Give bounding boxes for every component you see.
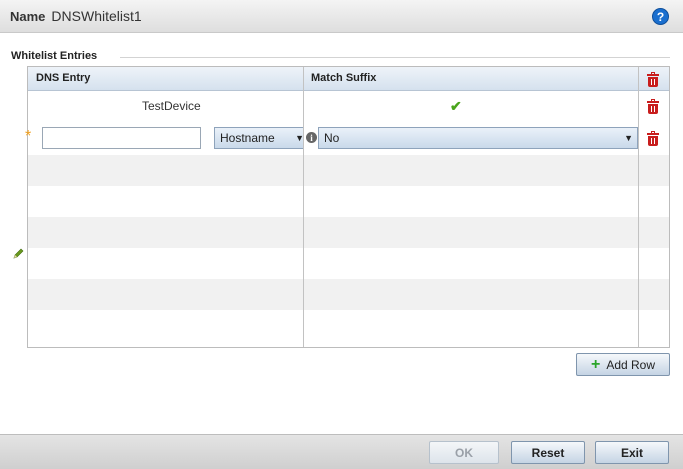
reset-button[interactable]: Reset [511,441,585,464]
footer-bar: OK Reset Exit [0,434,683,469]
chevron-down-icon: ▼ [624,133,633,143]
match-suffix-select[interactable]: No ▼ [318,127,638,149]
empty-row [28,279,669,310]
info-icon[interactable]: i [306,132,317,143]
help-glyph: ? [656,9,665,24]
add-row-label: Add Row [606,357,656,372]
delete-row-icon[interactable] [647,99,659,114]
dns-entry-input[interactable] [42,127,201,149]
empty-row [28,217,669,248]
column-header-dns-entry[interactable]: DNS Entry [36,72,90,84]
help-icon[interactable]: ? [652,8,669,25]
empty-row [28,155,669,186]
empty-row [28,310,669,347]
delete-row-icon[interactable] [647,131,659,146]
name-label: Name [10,8,46,24]
dns-type-select[interactable]: Hostname ▼ [214,127,304,149]
ok-button[interactable]: OK [429,441,499,464]
column-divider [303,67,304,347]
table-row: TestDevice ✔ [28,91,669,122]
add-row-button[interactable]: + Add Row [576,353,670,376]
grid-header: DNS Entry Match Suffix [28,67,669,91]
dns-type-value: Hostname [220,131,275,145]
column-header-match-suffix[interactable]: Match Suffix [311,72,376,84]
dns-entry-cell: TestDevice [142,99,201,113]
required-marker: * [25,128,32,145]
delete-all-icon[interactable] [647,72,659,87]
whitelist-entries-legend: Whitelist Entries [11,50,104,62]
match-suffix-value: No [324,131,340,145]
empty-row [28,186,669,217]
plus-icon: + [590,355,601,373]
title-bar: Name DNSWhitelist1 ? [0,0,683,33]
name-value: DNSWhitelist1 [51,8,142,24]
check-icon: ✔ [450,98,462,114]
edit-row: * Hostname ▼ i No ▼ [25,122,669,155]
fieldset-divider [120,57,670,58]
empty-row [28,248,669,279]
column-divider [638,67,639,347]
exit-button[interactable]: Exit [595,441,669,464]
pencil-icon [13,248,24,259]
whitelist-grid: DNS Entry Match Suffix TestDevice ✔ * Ho… [25,66,670,348]
